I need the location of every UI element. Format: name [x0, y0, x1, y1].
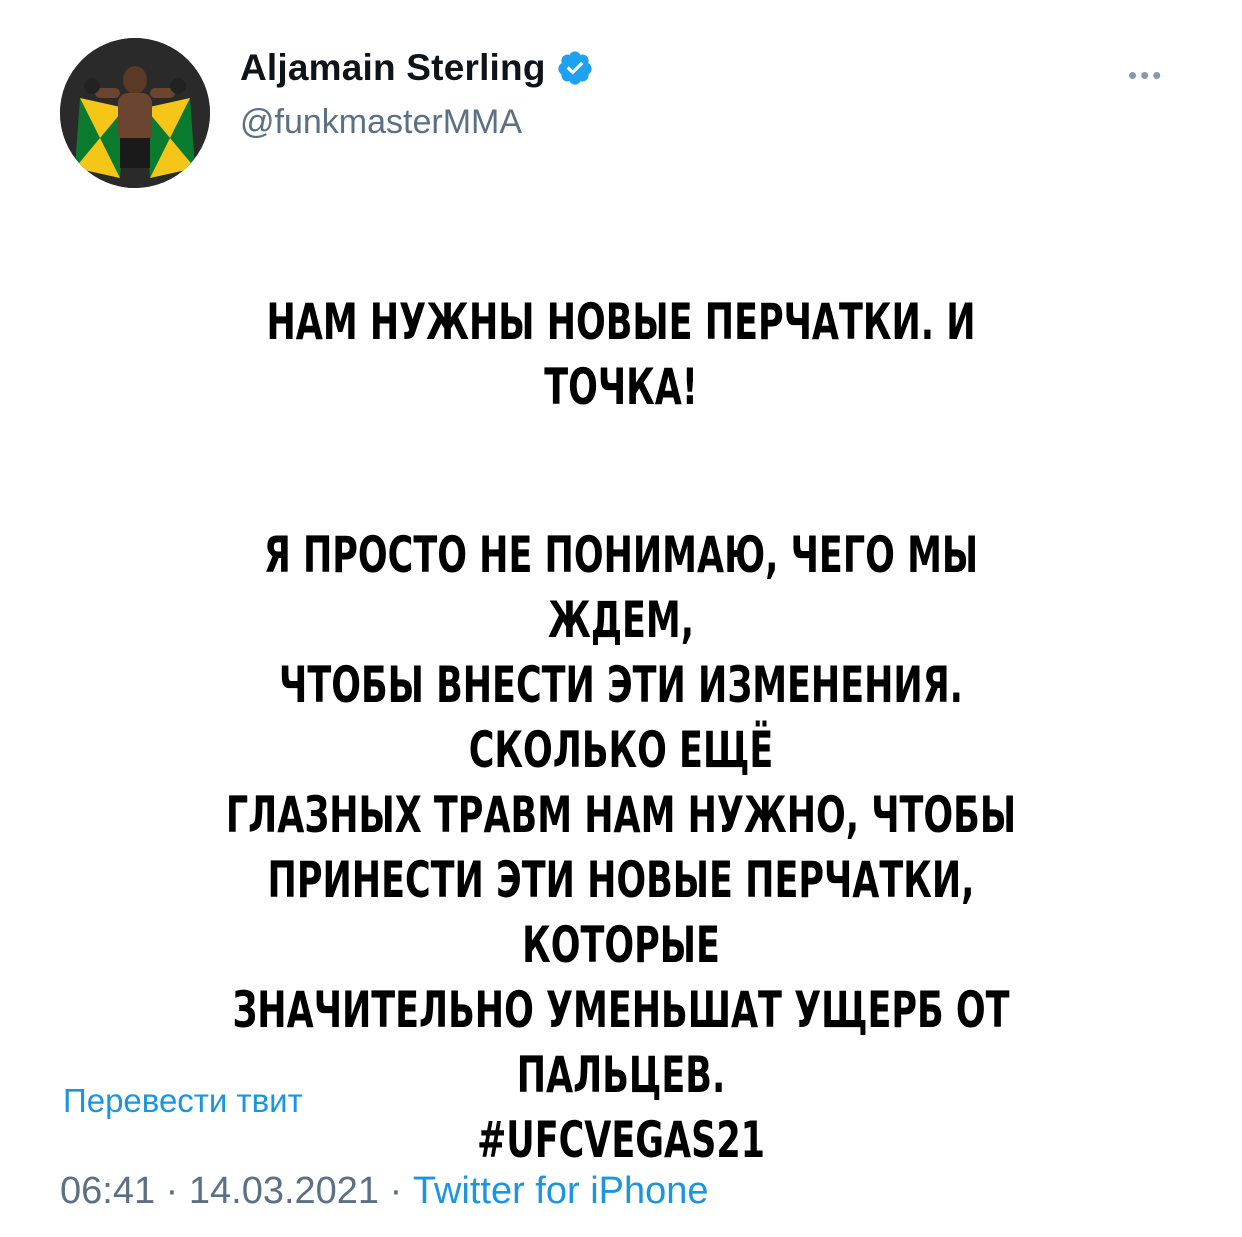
avatar[interactable] — [60, 38, 210, 188]
meta-separator: · — [155, 1170, 189, 1212]
tweet-text-paragraph-2: Я ПРОСТО НЕ ПОНИМАЮ, ЧЕГО МЫ ЖДЕМ, ЧТОБЫ… — [225, 526, 1017, 1169]
tweet-text-line-1: НАМ НУЖНЫ НОВЫЕ ПЕРЧАТКИ. И ТОЧКА! — [266, 293, 976, 416]
translate-tweet-link[interactable]: Перевести твит — [63, 1082, 303, 1120]
avatar-photo-icon — [60, 38, 210, 188]
meta-separator: · — [379, 1170, 413, 1212]
tweet-source-link[interactable]: Twitter for iPhone — [413, 1170, 709, 1213]
author-handle[interactable]: @funkmasterMMA — [240, 103, 522, 142]
verified-badge-icon — [556, 49, 594, 87]
more-options-icon[interactable]: ••• — [1128, 60, 1164, 91]
author-display-name[interactable]: Aljamain Sterling — [240, 47, 546, 89]
tweet-date[interactable]: 14.03.2021 — [189, 1170, 379, 1213]
tweet-text: НАМ НУЖНЫ НОВЫЕ ПЕРЧАТКИ. И ТОЧКА! Я ПРО… — [20, 290, 1222, 1173]
tweet-metadata: 06:41 · 14.03.2021 · Twitter for iPhone — [60, 1170, 709, 1213]
tweet-time[interactable]: 06:41 — [60, 1170, 155, 1213]
author-name-row[interactable]: Aljamain Sterling — [240, 47, 594, 89]
